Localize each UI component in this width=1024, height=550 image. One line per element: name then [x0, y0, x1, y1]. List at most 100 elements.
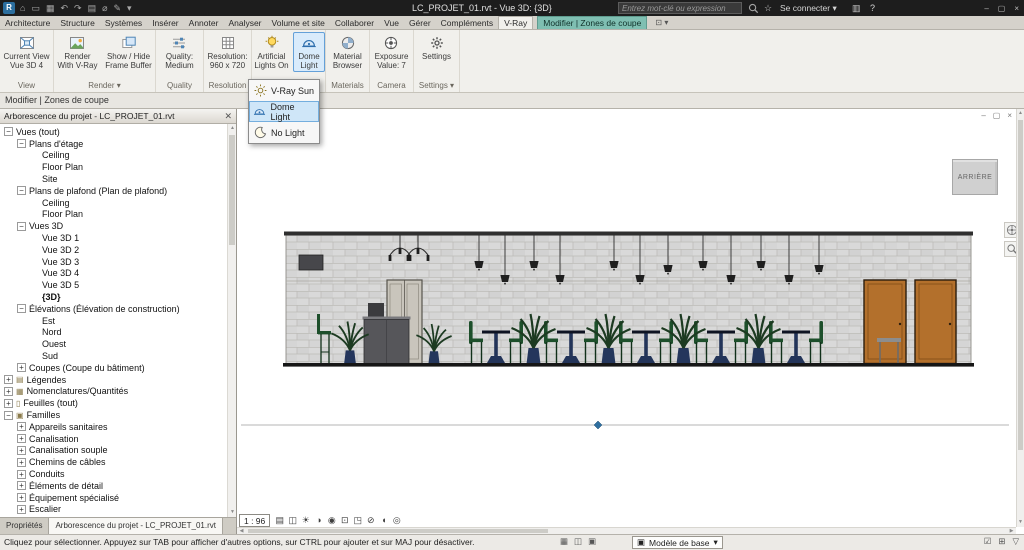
sign-in-button[interactable]: Se connecter ▾: [780, 0, 837, 16]
expand-icon[interactable]: +: [4, 399, 13, 408]
tree-scrollbar[interactable]: ▲ ▼: [227, 124, 236, 517]
tree-item-canalisation[interactable]: +Canalisation: [0, 433, 227, 445]
expand-icon[interactable]: +: [17, 481, 26, 490]
expand-icon[interactable]: +: [17, 493, 26, 502]
tree-item-canalisation-souple[interactable]: +Canalisation souple: [0, 445, 227, 457]
editable-only-icon[interactable]: ☑: [984, 536, 992, 547]
redo-icon[interactable]: ↷: [74, 0, 82, 16]
design-options-icon[interactable]: ▣: [588, 536, 596, 547]
horizontal-scrollbar[interactable]: ◀ ▶: [237, 527, 1016, 534]
search-icon[interactable]: [746, 2, 760, 14]
expand-icon[interactable]: +: [17, 434, 26, 443]
render-dialog-icon[interactable]: ◉: [325, 514, 338, 527]
tree-item-conduits[interactable]: +Conduits: [0, 468, 227, 480]
tree-item-vue-3d-1[interactable]: Vue 3D 1: [0, 232, 227, 244]
ribbon-tab-architecture[interactable]: Architecture: [0, 16, 55, 29]
viewcube[interactable]: ARRIÈRE: [952, 159, 998, 195]
ribbon-tab-annoter[interactable]: Annoter: [184, 16, 224, 29]
tree-scrollbar-thumb[interactable]: [229, 135, 235, 245]
scroll-down-icon[interactable]: ▼: [228, 508, 236, 517]
home-icon[interactable]: ⌂: [20, 0, 25, 16]
save-icon[interactable]: ▦: [46, 0, 55, 16]
crop-view-icon[interactable]: ⊡: [338, 514, 351, 527]
print-icon[interactable]: ▤: [88, 0, 97, 16]
links-icon[interactable]: ◫: [574, 536, 582, 547]
revit-logo[interactable]: R: [3, 2, 15, 14]
ribbon-minimize-icon[interactable]: ⊡ ▾: [655, 16, 668, 29]
undo-icon[interactable]: ↶: [60, 0, 68, 16]
scroll-up-icon[interactable]: ▲: [228, 124, 236, 133]
resolution-960-x-720-button[interactable]: Resolution:960 x 720: [204, 32, 250, 72]
tree-item-vue-3d-5[interactable]: Vue 3D 5: [0, 279, 227, 291]
sun-path-icon[interactable]: ☀: [299, 514, 312, 527]
unlocked-view-icon[interactable]: ⊘: [364, 514, 377, 527]
tree-item-l-vations-l-vation-de-construction[interactable]: −Élévations (Élévation de construction): [0, 303, 227, 315]
collapse-icon[interactable]: −: [17, 304, 26, 313]
collapse-icon[interactable]: −: [17, 222, 26, 231]
tree-item-vue-3d-2[interactable]: Vue 3D 2: [0, 244, 227, 256]
render-with-v-ray-button[interactable]: RenderWith V-Ray: [54, 32, 100, 72]
contextual-tab-modifier-zones-de-coupe[interactable]: Modifier | Zones de coupe: [537, 16, 647, 29]
tree-item-coupes-coupe-du-b-timent[interactable]: +Coupes (Coupe du bâtiment): [0, 362, 227, 374]
settings-button[interactable]: Settings: [419, 32, 454, 63]
expand-icon[interactable]: +: [17, 470, 26, 479]
filter-icon[interactable]: ▽: [1012, 536, 1019, 547]
show-crop-icon[interactable]: ◳: [351, 514, 364, 527]
expand-icon[interactable]: +: [17, 446, 26, 455]
temporary-hide-icon[interactable]: ◖: [377, 514, 390, 527]
ribbon-tab-compl-ments[interactable]: Compléments: [436, 16, 498, 29]
help-button[interactable]: ?: [870, 0, 875, 16]
light-menu-item-v-ray-sun[interactable]: V-Ray Sun: [249, 80, 319, 101]
tree-item-familles[interactable]: −▣Familles: [0, 409, 227, 421]
open-icon[interactable]: ▭: [31, 0, 40, 16]
tree-item-appareils-sanitaires[interactable]: +Appareils sanitaires: [0, 421, 227, 433]
tree-item-vues-3d[interactable]: −Vues 3D: [0, 220, 227, 232]
tree-item-l-gendes[interactable]: +▤Légendes: [0, 374, 227, 386]
light-menu-item-no-light[interactable]: No Light: [249, 122, 319, 143]
expand-icon[interactable]: +: [4, 387, 13, 396]
tree-item-ceiling[interactable]: Ceiling: [0, 197, 227, 209]
light-menu-item-dome-light[interactable]: Dome Light: [249, 101, 319, 122]
scale-button[interactable]: 1 : 96: [239, 514, 270, 527]
minimize-button[interactable]: –: [984, 4, 988, 13]
close-button[interactable]: ×: [1014, 4, 1019, 13]
ribbon-tab-syst-mes[interactable]: Systèmes: [100, 16, 147, 29]
tree-item-3d[interactable]: {3D}: [0, 291, 227, 303]
drawing-area[interactable]: – ▢ × ARRIÈRE 1 : 96 ▤◫☀◑◉⊡◳⊘◖◎ ◀ ▶ ▲ ▼: [237, 109, 1024, 534]
tree-item-vue-3d-3[interactable]: Vue 3D 3: [0, 256, 227, 268]
horizontal-scrollbar-thumb[interactable]: [248, 529, 548, 533]
expand-icon[interactable]: +: [17, 422, 26, 431]
tree-item-quipement-sp-cialis[interactable]: +Équipement spécialisé: [0, 492, 227, 504]
expand-icon[interactable]: +: [17, 505, 26, 514]
current-view-vue-3d-4-button[interactable]: Current ViewVue 3D 4: [1, 32, 53, 72]
search-input[interactable]: [622, 4, 738, 13]
view-close-icon[interactable]: ×: [1007, 111, 1012, 120]
tree-item-site[interactable]: Site: [0, 173, 227, 185]
drag-select-icon[interactable]: ⊞: [998, 536, 1005, 547]
menu-arrow-icon[interactable]: ▾: [127, 0, 132, 16]
tree-item-floor-plan[interactable]: Floor Plan: [0, 161, 227, 173]
tree-item-vue-3d-4[interactable]: Vue 3D 4: [0, 268, 227, 280]
material-browser-button[interactable]: MaterialBrowser: [330, 32, 365, 72]
quality-medium-button[interactable]: Quality:Medium: [162, 32, 196, 72]
scroll-down-icon[interactable]: ▼: [1017, 518, 1024, 527]
scroll-up-icon[interactable]: ▲: [1017, 109, 1024, 118]
tree-item-ouest[interactable]: Ouest: [0, 338, 227, 350]
expand-icon[interactable]: +: [17, 458, 26, 467]
tree-item-feuilles-tout[interactable]: +▯Feuilles (tout): [0, 397, 227, 409]
ribbon-tab-volume-et-site[interactable]: Volume et site: [267, 16, 330, 29]
collapse-icon[interactable]: −: [17, 186, 26, 195]
ribbon-tab-v-ray[interactable]: V-Ray: [498, 16, 533, 29]
favorites-star-icon[interactable]: ☆: [764, 0, 772, 16]
ribbon-tab-analyser[interactable]: Analyser: [223, 16, 266, 29]
app-store-icon[interactable]: ▥: [852, 0, 861, 16]
tab-proprietes[interactable]: Propriétés: [0, 518, 49, 534]
measure-icon[interactable]: ⌀: [102, 0, 107, 16]
tree-item-l-ments-de-d-tail[interactable]: +Éléments de détail: [0, 480, 227, 492]
exposure-value-7-button[interactable]: ExposureValue: 7: [372, 32, 412, 72]
tree-item-ceiling[interactable]: Ceiling: [0, 150, 227, 162]
tree-item-floor-plan[interactable]: Floor Plan: [0, 209, 227, 221]
design-options-select[interactable]: ▣ Modèle de base ▾: [632, 536, 723, 549]
modify-icon[interactable]: ✎: [114, 0, 122, 16]
show-hide-frame-buffer-button[interactable]: Show / HideFrame Buffer: [103, 32, 155, 72]
